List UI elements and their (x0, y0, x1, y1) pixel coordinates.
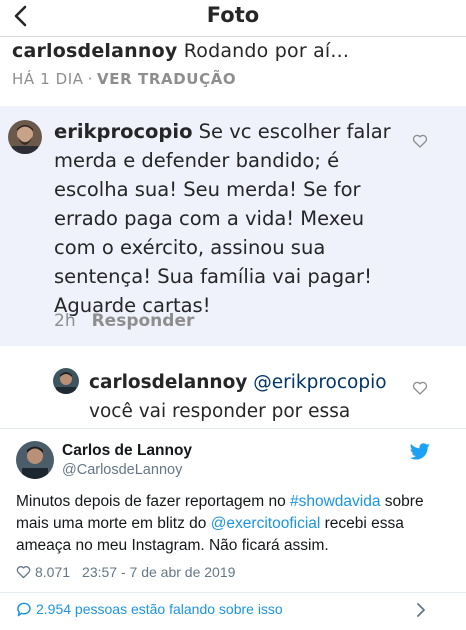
page-title: Foto (206, 3, 260, 27)
conversation-count-text: 2.954 pessoas estão falando sobre isso (36, 601, 283, 617)
tweet-timestamp[interactable]: 23:57 - 7 de abr de 2019 (82, 564, 235, 580)
tweet-text-part: Minutos depois de fazer reportagem no (16, 493, 290, 510)
tweet-author-handle[interactable]: @CarlosdeLannoy (62, 462, 182, 478)
heart-icon[interactable] (412, 380, 428, 396)
comment-text: Se vc escolher falar merda e defender ba… (54, 120, 391, 317)
comment-meta: 2h Responder (54, 311, 194, 331)
like-count[interactable]: 8.071 (35, 564, 70, 580)
twitter-bird-icon[interactable] (410, 443, 430, 460)
comment-age: 2h (54, 311, 76, 331)
reply-mention[interactable]: @erikprocopio (253, 372, 386, 393)
tweet-author-name[interactable]: Carlos de Lannoy (62, 442, 192, 460)
heart-icon[interactable] (16, 565, 31, 579)
avatar[interactable] (53, 368, 79, 394)
comment-bubble-icon (17, 602, 31, 617)
tweet-meta: 8.071 23:57 - 7 de abr de 2019 (16, 564, 235, 580)
tweet-card: Carlos de Lannoy @CarlosdeLannoy Minutos… (0, 428, 466, 630)
commenter-avatar-image (8, 120, 42, 154)
caption-username[interactable]: carlosdelannoy (12, 40, 177, 62)
meta-separator: · (87, 70, 94, 88)
caption-text: Rodando por aí... (183, 40, 350, 62)
comment-username[interactable]: erikprocopio (54, 120, 192, 143)
heart-icon[interactable] (412, 133, 428, 149)
tweet-text: Minutos depois de fazer reportagem no #s… (16, 491, 456, 557)
chevron-right-icon[interactable] (416, 602, 426, 618)
instagram-screenshot: Foto carlosdelannoy Rodando por aí... HÁ… (0, 0, 466, 428)
divider (0, 592, 466, 593)
see-translation-link[interactable]: VER TRADUÇÃO (97, 70, 236, 88)
reply-avatar-image (53, 368, 79, 394)
reply-comment: carlosdelannoy @erikprocopio você vai re… (89, 368, 389, 426)
instagram-header: Foto (0, 0, 466, 37)
caption-age: HÁ 1 DIA (12, 70, 84, 88)
avatar[interactable] (8, 120, 42, 154)
reply-text: você vai responder por essa (89, 401, 351, 422)
caption-meta: HÁ 1 DIA · VER TRADUÇÃO (12, 70, 236, 88)
conversation-link[interactable]: 2.954 pessoas estão falando sobre isso (16, 601, 283, 617)
reply-button[interactable]: Responder (92, 311, 195, 331)
avatar[interactable] (16, 441, 54, 479)
mention-link[interactable]: @exercitooficial (211, 515, 321, 532)
post-caption: carlosdelannoy Rodando por aí... (12, 40, 349, 62)
hashtag-link[interactable]: #showdavida (290, 493, 380, 510)
comment-body: erikprocopio Se vc escolher falar merda … (54, 117, 404, 320)
tweet-author-avatar-image (16, 441, 54, 479)
reply-username[interactable]: carlosdelannoy (89, 372, 247, 393)
